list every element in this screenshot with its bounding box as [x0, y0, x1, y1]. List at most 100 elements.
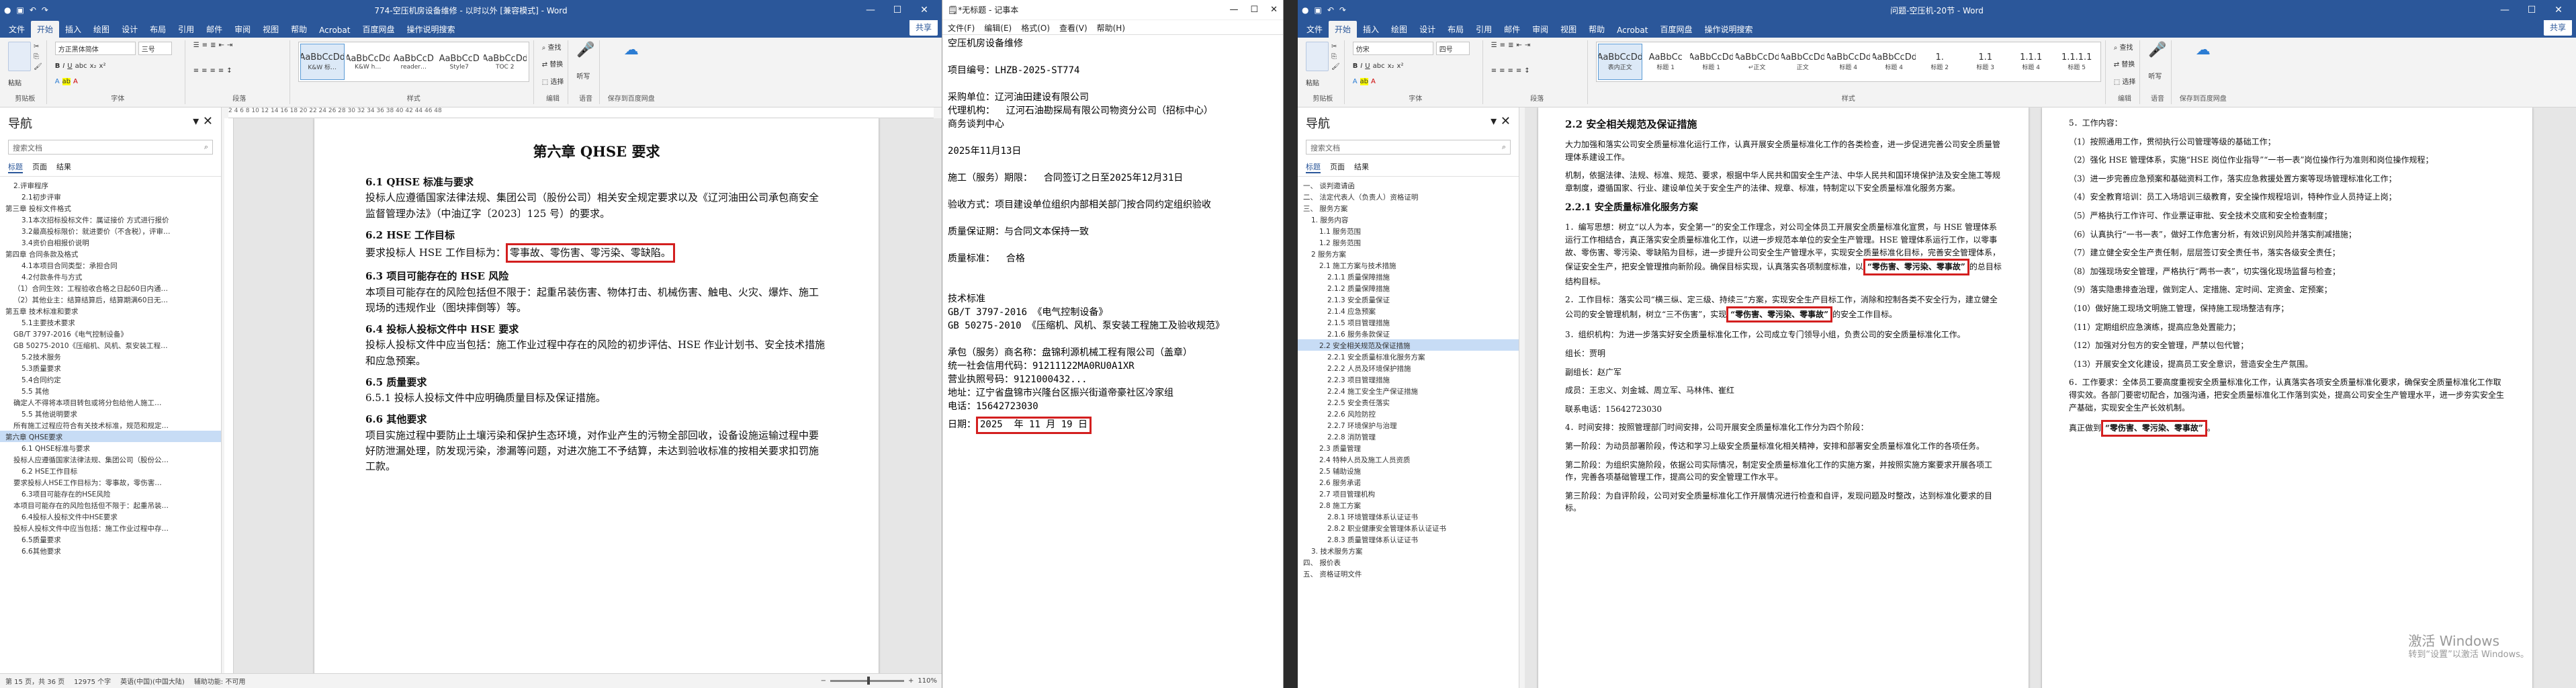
nav-heading-item[interactable]: 2.2.3 项目管理措施 [1298, 374, 1519, 385]
increase-indent-icon[interactable]: ⇥ [227, 42, 232, 49]
ribbon-tab[interactable]: 引用 [172, 21, 200, 38]
nav-tab[interactable]: 标题 [8, 161, 23, 173]
cut-icon[interactable]: ✂ [1331, 43, 1340, 50]
nav-tab[interactable]: 标题 [1306, 161, 1321, 173]
style-item[interactable]: AaBbCcDd K&W h… [346, 44, 390, 80]
nav-heading-item[interactable]: 2.6 服务承诺 [1298, 476, 1519, 488]
find-button[interactable]: ⌕ 查找 [2114, 42, 2136, 52]
nav-tab[interactable]: 页面 [1330, 161, 1345, 173]
style-item[interactable]: AaBbCcDd 正文 [1781, 44, 1825, 80]
nav-heading-item[interactable]: 2.7 项目管理机构 [1298, 488, 1519, 499]
nav-tab[interactable]: 页面 [32, 161, 47, 173]
style-item[interactable]: AaBbCc 标题 1 [1644, 44, 1688, 80]
notepad-menu-item[interactable]: 帮助(H) [1097, 22, 1125, 33]
ribbon-tab[interactable]: 百度网盘 [1654, 21, 1698, 38]
autosave-icon[interactable]: ● [1302, 5, 1308, 15]
nav-heading-item[interactable]: （2）其他业主：结算结算后，结算期满60日无… [0, 294, 221, 305]
format-painter-icon[interactable]: 🖌 [34, 63, 42, 71]
autosave-icon[interactable]: ● [4, 5, 11, 15]
nav-heading-item[interactable]: 5.3质量要求 [0, 362, 221, 374]
nav-heading-item[interactable]: 三、 服务方案 [1298, 202, 1519, 214]
close-icon[interactable]: ✕ [1270, 5, 1278, 15]
find-button[interactable]: ⌕ 查找 [542, 42, 564, 52]
underline-icon[interactable]: U [1365, 62, 1370, 70]
nav-heading-item[interactable]: 2.1.3 安全质量保证 [1298, 294, 1519, 305]
style-item[interactable]: AaBbCcDd ↵正文 [1735, 44, 1779, 80]
nav-heading-item[interactable]: 5.5 其他说明要求 [0, 408, 221, 419]
ribbon-tab[interactable]: 视图 [1554, 21, 1583, 38]
nav-heading-item[interactable]: 2.5 辅助设施 [1298, 465, 1519, 476]
style-item[interactable]: AaBbCcDd 标题 4 [1826, 44, 1871, 80]
nav-close-icon[interactable]: ✕ [203, 114, 213, 128]
minimize-icon[interactable]: — [1229, 5, 1238, 15]
nav-search-input[interactable]: 搜索文档 ⌕ [1306, 140, 1511, 155]
replace-button[interactable]: ⇄ 替换 [2114, 58, 2136, 69]
nav-heading-item[interactable]: 6.1 QHSE标准与要求 [0, 442, 221, 454]
nav-heading-item[interactable]: 2.1.2 质量保障措施 [1298, 282, 1519, 294]
nav-heading-item[interactable]: 2.2.1 安全质量标准化服务方案 [1298, 351, 1519, 362]
style-item[interactable]: AaBbCcDd K&W 标… [300, 44, 345, 80]
style-item[interactable]: AaBbCcDd 标题 4 [1872, 44, 1916, 80]
redo-icon[interactable]: ↷ [42, 5, 48, 15]
ribbon-tab[interactable]: 操作说明搜索 [1698, 21, 1759, 38]
ribbon-tab[interactable]: 插入 [1357, 21, 1385, 38]
nav-heading-item[interactable]: 5.5 其他 [0, 385, 221, 396]
ribbon-tab[interactable]: 引用 [1470, 21, 1498, 38]
nav-heading-item[interactable]: 6.3项目可能存在的HSE风险 [0, 488, 221, 499]
style-item[interactable]: AaBbCcDd 标题 1 [1689, 44, 1734, 80]
select-button[interactable]: ⬚ 选择 [542, 76, 564, 86]
ribbon-tab[interactable]: 插入 [59, 21, 87, 38]
cloud-save-icon[interactable]: ☁ [2180, 42, 2227, 58]
highlight-icon[interactable]: ab [1360, 77, 1369, 85]
align-left-icon[interactable]: ≡ [1491, 67, 1497, 75]
nav-heading-item[interactable]: 2.1.6 服务条款保证 [1298, 328, 1519, 339]
nav-search-input[interactable]: 搜索文档 ⌕ [8, 140, 213, 155]
ribbon-tab[interactable]: 设计 [1413, 21, 1441, 38]
nav-heading-item[interactable]: 2.评审程序 [0, 179, 221, 191]
notepad-menu-item[interactable]: 格式(O) [1021, 22, 1050, 33]
ribbon-tab[interactable]: 布局 [1441, 21, 1470, 38]
microphone-icon[interactable]: 🎤 [576, 42, 594, 58]
nav-heading-item[interactable]: 4.2付款条件与方式 [0, 271, 221, 282]
save-icon[interactable]: ▣ [1314, 5, 1321, 15]
font-name-combo[interactable]: 方正黑体简体 [54, 42, 136, 55]
maximize-icon[interactable]: ☐ [2518, 5, 2545, 15]
nav-heading-item[interactable]: 2.2.5 安全责任落实 [1298, 396, 1519, 408]
language[interactable]: 英语(中国)(中国大陆) [120, 676, 185, 686]
increase-indent-icon[interactable]: ⇥ [1525, 42, 1530, 49]
strikethrough-icon[interactable]: abc [1373, 62, 1385, 70]
superscript-icon[interactable]: x² [99, 62, 106, 70]
minimize-icon[interactable]: — [857, 5, 884, 15]
paste-icon[interactable] [1306, 42, 1329, 71]
nav-heading-item[interactable]: 1. 服务内容 [1298, 214, 1519, 225]
ribbon-tab[interactable]: Acrobat [1611, 23, 1654, 38]
nav-heading-item[interactable]: 所有施工过程应符合有关技术标准，规范和规定… [0, 419, 221, 431]
style-item[interactable]: AaBbCcDd TOC 2 [483, 44, 527, 80]
nav-heading-item[interactable]: 2.8.1 环境管理体系认证证书 [1298, 511, 1519, 522]
style-item[interactable]: 1.1 标题 3 [1963, 44, 2008, 80]
nav-heading-item[interactable]: GB/T 3797-2016《电气控制设备》 [0, 328, 221, 339]
nav-heading-item[interactable]: 2.2.7 环境保护与治理 [1298, 419, 1519, 431]
font-size-combo[interactable]: 四号 [1435, 42, 1470, 55]
notepad-text-area[interactable]: 空压机房设备维修 项目编号：LHZB-2025-ST774 采购单位：辽河油田建设有… [942, 35, 1283, 417]
save-icon[interactable]: ▣ [16, 5, 24, 15]
ribbon-tab[interactable]: 文件 [1300, 21, 1329, 38]
align-right-icon[interactable]: ≡ [210, 67, 215, 75]
nav-heading-item[interactable]: 2.8.2 职业健康安全管理体系认证证书 [1298, 522, 1519, 533]
word-count[interactable]: 12975 个字 [74, 676, 111, 686]
multilevel-list-icon[interactable]: ≣ [1508, 42, 1513, 49]
italic-icon[interactable]: I [62, 62, 64, 70]
nav-heading-item[interactable]: 第四章 合同条款及格式 [0, 248, 221, 259]
justify-icon[interactable]: ≡ [218, 67, 224, 75]
nav-heading-item[interactable]: 2.1.5 项目管理措施 [1298, 316, 1519, 328]
nav-heading-item[interactable]: 2.4 特种人员及施工人员资质 [1298, 454, 1519, 465]
notepad-menu-item[interactable]: 查看(V) [1059, 22, 1087, 33]
close-icon[interactable]: ✕ [2545, 5, 2572, 15]
align-left-icon[interactable]: ≡ [193, 67, 199, 75]
nav-heading-item[interactable]: 1.1 服务范围 [1298, 225, 1519, 236]
nav-heading-item[interactable]: 投标人应遵循国家法律法规、集团公司（股份公… [0, 454, 221, 465]
bold-icon[interactable]: B [55, 62, 60, 70]
nav-options-icon[interactable]: ▾ [193, 114, 203, 128]
ribbon-tab[interactable]: 帮助 [285, 21, 313, 38]
style-item[interactable]: AaBbCcD reader… [392, 44, 436, 80]
